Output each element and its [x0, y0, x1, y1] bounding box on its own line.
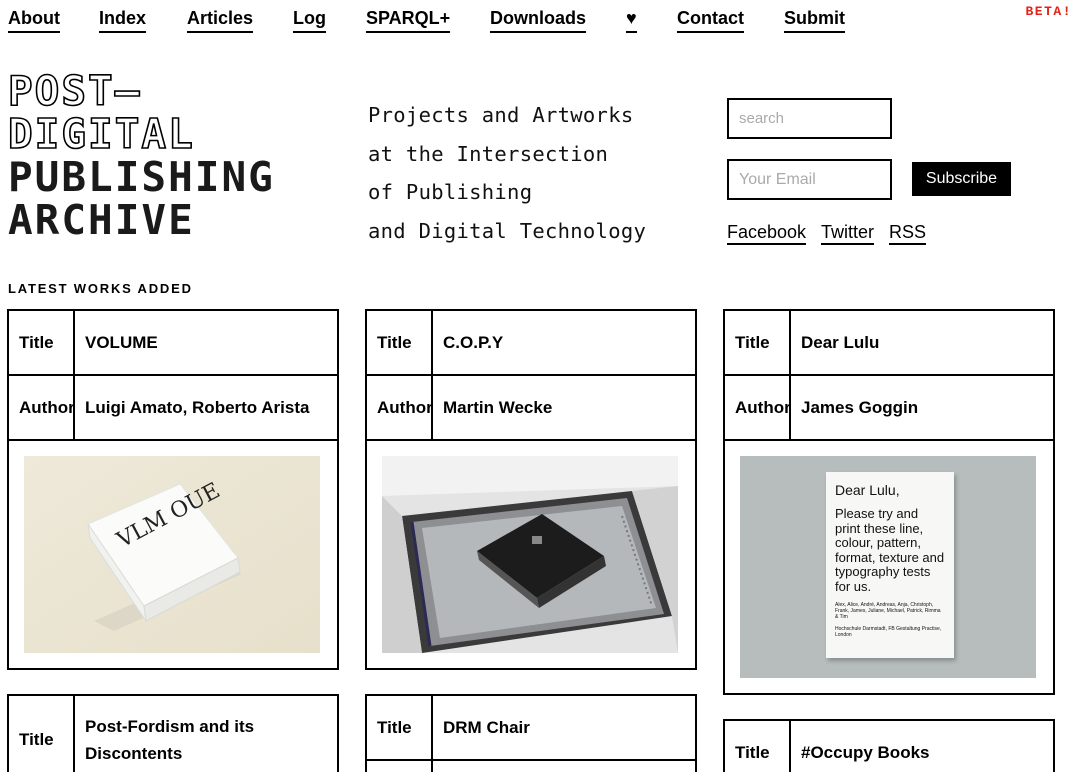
author-row: Author Martin Wecke [367, 376, 695, 441]
nav-contact[interactable]: Contact [677, 8, 744, 33]
title-row: Title VOLUME [9, 311, 337, 376]
work-thumbnail[interactable]: Dear Lulu, Please try and print these li… [740, 456, 1036, 678]
cover-names: Alex, Alice, André, Andreas, Anja, Chris… [835, 602, 941, 620]
cover-heading: Dear Lulu, [835, 482, 900, 498]
tagline-line: Projects and Artworks [368, 103, 634, 127]
nav-submit[interactable]: Submit [784, 8, 845, 33]
work-thumbnail[interactable]: VLM OUE [24, 456, 320, 653]
work-author[interactable]: Martin Wecke [433, 376, 695, 439]
work-author[interactable]: James Goggin [791, 376, 1053, 439]
subscribe-button[interactable]: Subscribe [912, 162, 1011, 196]
nav-articles[interactable]: Articles [187, 8, 254, 33]
work-title[interactable]: VOLUME [75, 311, 337, 374]
title-label: Title [9, 696, 75, 772]
twitter-link[interactable]: Twitter [821, 222, 875, 245]
title-row: Title Post-Fordism and its Discontents [9, 696, 337, 772]
work-card[interactable]: Title Dear Lulu Author James Goggin Dear… [723, 309, 1055, 695]
nav-about[interactable]: About [8, 8, 60, 33]
search-input[interactable] [727, 98, 892, 139]
tagline-line: and Digital Technology [368, 218, 647, 243]
author-row: Author James Goggin [725, 376, 1053, 441]
author-label: Author [725, 376, 791, 439]
copier-image [382, 456, 678, 653]
title-row: Title C.O.P.Y [367, 311, 695, 376]
author-label: Author [367, 376, 433, 439]
cover-body: Please try and print these line, colour,… [835, 506, 945, 594]
title-row: Title DRM Chair [367, 696, 695, 761]
beta-badge: BETA! [1025, 4, 1072, 19]
work-title[interactable]: DRM Chair [433, 696, 695, 759]
title-row: Title #Occupy Books [725, 721, 1053, 772]
rss-link[interactable]: RSS [889, 222, 927, 245]
email-field[interactable] [727, 159, 892, 200]
author-row: Author Luigi Amato, Roberto Arista [9, 376, 337, 441]
nav-log[interactable]: Log [293, 8, 326, 33]
work-title[interactable]: #Occupy Books [791, 721, 1053, 772]
work-title[interactable]: Post-Fordism and its Discontents [75, 696, 337, 772]
work-title[interactable]: C.O.P.Y [433, 311, 695, 374]
work-card[interactable]: Title C.O.P.Y Author Martin Wecke [365, 309, 697, 670]
nav-sparql[interactable]: SPARQL+ [366, 8, 451, 33]
work-card[interactable]: Title Post-Fordism and its Discontents [7, 694, 339, 772]
work-title[interactable]: Dear Lulu [791, 311, 1053, 374]
title-label: Title [367, 311, 433, 374]
work-card[interactable]: Title VOLUME Author Luigi Amato, Roberto… [7, 309, 339, 670]
title-label: Title [9, 311, 75, 374]
work-card[interactable]: Title DRM Chair [365, 694, 697, 772]
logo-line-archive: ARCHIVE [8, 196, 195, 244]
tagline-line: of Publishing [368, 180, 533, 204]
title-label: Title [725, 311, 791, 374]
cover-footer: Hochschule Darmstadt, FB Gestaltung Prac… [835, 626, 942, 638]
nav-downloads[interactable]: Downloads [490, 8, 587, 33]
title-row: Title Dear Lulu [725, 311, 1053, 376]
work-author[interactable]: Luigi Amato, Roberto Arista [75, 376, 337, 439]
logo-line-digital: DIGITAL [7, 110, 195, 158]
title-label: Title [367, 696, 433, 759]
title-label: Title [725, 721, 791, 772]
author-row [367, 761, 695, 772]
logo-line-publishing: PUBLISHING [8, 153, 275, 201]
site-tagline: Projects and Artworks at the Intersectio… [368, 96, 646, 250]
site-logo[interactable]: POST— DIGITAL PUBLISHING ARCHIVE [7, 67, 275, 244]
nav-index[interactable]: Index [99, 8, 147, 33]
dear-lulu-cover: Dear Lulu, Please try and print these li… [826, 472, 954, 658]
work-thumbnail[interactable] [382, 456, 678, 653]
logo-line-post: POST— [7, 67, 142, 115]
volume-book-image: VLM OUE [24, 456, 320, 653]
work-card[interactable]: Title #Occupy Books [723, 719, 1055, 772]
facebook-link[interactable]: Facebook [727, 222, 807, 245]
tagline-line: at the Intersection [368, 141, 609, 166]
section-title: LATEST WORKS ADDED [8, 281, 193, 296]
author-label: Author [9, 376, 75, 439]
nav-heart-icon[interactable]: ♥ [626, 8, 637, 33]
